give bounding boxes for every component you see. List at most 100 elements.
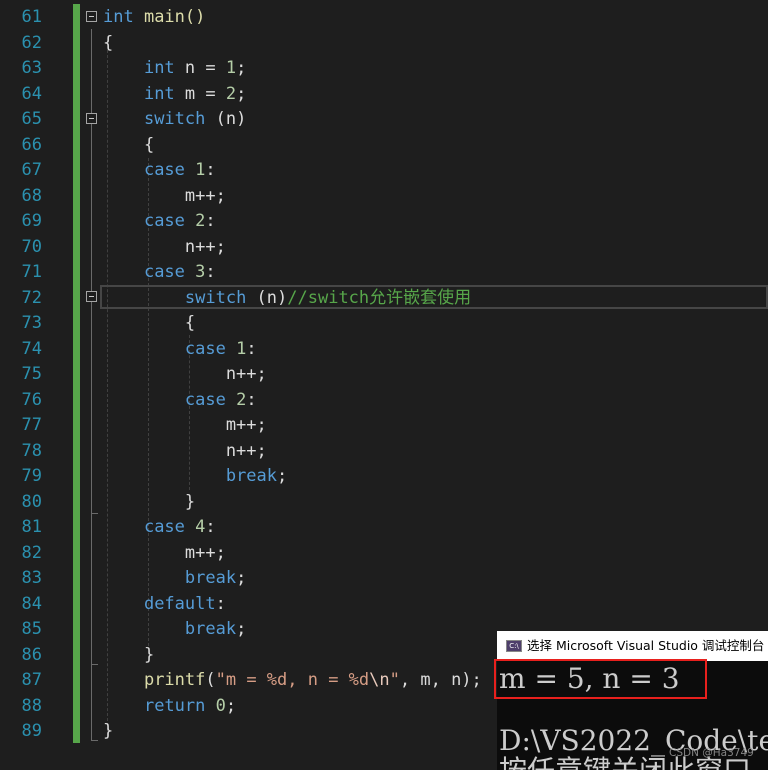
line-number: 74 [21,338,42,359]
code-text[interactable]: case 3: [103,260,216,286]
line-number: 85 [21,619,42,639]
code-text[interactable]: case 4: [103,515,216,541]
code-token: n++; [103,440,267,461]
code-token: switch [184,287,247,308]
code-text[interactable]: case 2: [103,209,216,235]
code-text[interactable]: { [103,31,113,57]
code-line: 68 m++; [0,184,768,210]
code-token: case [143,211,185,231]
code-text[interactable]: { [103,133,154,159]
code-text[interactable]: m++; [103,184,226,210]
code-token: ; [236,619,247,639]
code-line: 67 case 1: [0,158,768,184]
code-text[interactable]: int n = 1; [103,56,246,82]
line-number: 71 [21,262,42,282]
code-token: n = [174,58,226,78]
code-token: : [215,593,226,614]
code-token: return [143,695,206,716]
code-token: default [143,593,216,614]
code-line: 80 } [0,490,768,516]
code-text[interactable]: switch (n) [103,107,246,133]
code-text[interactable]: } [103,719,113,745]
code-text[interactable]: m++; [103,413,267,439]
code-line: 73 { [0,311,768,337]
code-text[interactable]: break; [103,464,287,490]
code-token: { [103,32,114,53]
code-text[interactable]: return 0; [103,694,236,720]
code-token: case [143,517,185,537]
code-token: m++; [103,542,226,563]
code-text[interactable]: } [103,490,195,516]
code-token: ; [236,568,247,588]
code-text[interactable]: int m = 2; [103,82,246,108]
code-token: case [184,389,226,410]
code-token: case [143,262,185,282]
code-text[interactable]: n++; [103,439,267,465]
code-text[interactable]: n++; [103,235,226,261]
code-text[interactable]: default: [103,592,226,618]
code-token: " [389,670,400,690]
line-number: 82 [21,542,42,563]
line-number: 66 [21,134,42,155]
code-line: 62 { [0,31,768,57]
code-line: 82 m++; [0,541,768,567]
code-line: 65 switch (n) [0,107,768,133]
line-number: 77 [21,415,42,435]
code-text[interactable]: switch (n)//switch允许嵌套使用 [103,286,471,312]
code-token: switch [143,109,206,129]
code-token: case [143,160,185,180]
line-number: 89 [21,721,42,741]
line-number: 62 [21,32,42,53]
code-token: int [103,7,134,27]
code-text[interactable]: { [103,311,195,337]
code-text[interactable]: int main() [103,5,205,31]
code-token: ; [236,58,247,78]
code-token: : [205,160,216,180]
code-token: break [184,619,237,639]
code-text[interactable]: break; [103,617,246,643]
code-token: { [103,134,155,155]
code-text[interactable]: n++; [103,362,267,388]
code-line: 66 { [0,133,768,159]
code-token: 4 [195,517,206,537]
code-token: 2 [236,389,247,410]
code-text[interactable]: m++; [103,541,226,567]
code-line: 74 case 1: [0,337,768,363]
line-number: 61 [21,7,42,27]
code-line: 64 int m = 2; [0,82,768,108]
code-token: 1 [225,58,237,78]
watermark: CSDN @Ha3749 [669,747,754,759]
code-token: 2 [225,83,237,104]
code-token: } [103,721,114,741]
code-line: 70 n++; [0,235,768,261]
code-text[interactable]: break; [103,566,246,592]
code-text[interactable]: } [103,643,154,669]
console-title-bar[interactable]: C:\ 选择 Microsoft Visual Studio 调试控制台 [497,631,768,661]
line-number: 81 [21,517,42,537]
code-token: : [205,517,216,537]
line-number: 78 [21,440,42,461]
code-line: 75 n++; [0,362,768,388]
line-number: 68 [21,185,42,206]
line-number: 67 [21,160,42,180]
code-token: ; [277,466,288,486]
code-line: 76 case 2: [0,388,768,414]
console-title: 选择 Microsoft Visual Studio 调试控制台 [527,638,765,653]
code-text[interactable]: case 2: [103,388,257,414]
line-number: 75 [21,364,42,384]
code-line: 72 switch (n)//switch允许嵌套使用 [0,286,768,312]
code-text[interactable]: printf("m = %d, n = %d\n", m, n); [103,668,482,694]
code-text[interactable]: case 1: [103,337,257,363]
code-text[interactable]: case 1: [103,158,216,184]
